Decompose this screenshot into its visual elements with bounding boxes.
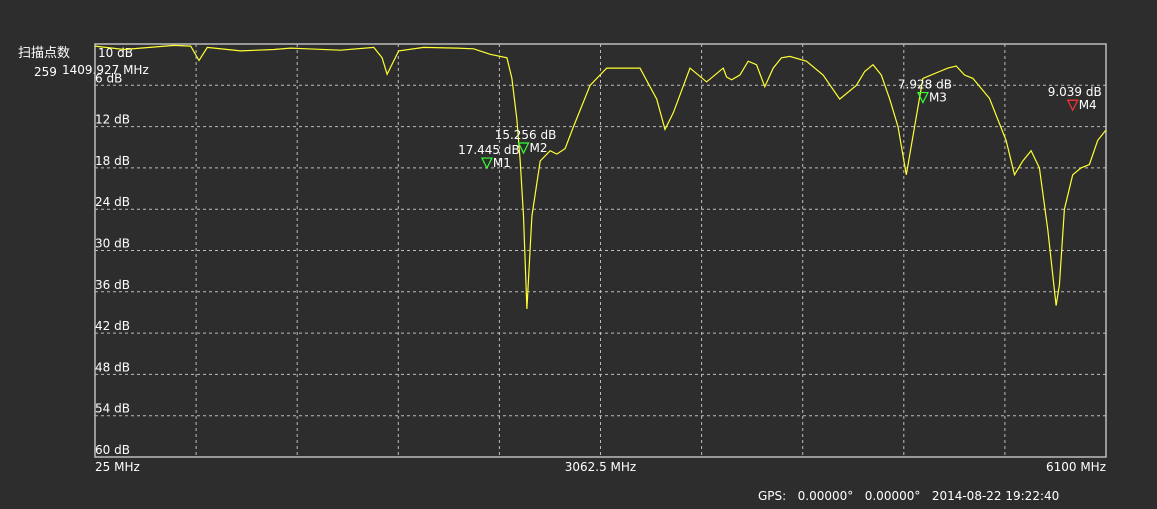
x-tick-label: 25 MHz	[95, 460, 140, 474]
y-tick-label: 18 dB	[95, 154, 130, 168]
status-bar: GPS: 0.00000° 0.00000° 2014-08-22 19:22:…	[758, 489, 1059, 503]
y-tick-label: 24 dB	[95, 195, 130, 209]
x-tick-label: 3062.5 MHz	[565, 460, 636, 474]
chart: 扫描点数 259 1409.927 MHz 10 dB 6 dB12 dB18 …	[18, 43, 1107, 474]
marker-name: M2	[530, 141, 548, 155]
scan-points-label: 扫描点数	[18, 46, 70, 61]
y-tick-label: 36 dB	[95, 278, 130, 292]
grid	[95, 44, 1106, 457]
marker-name: M1	[493, 156, 511, 170]
x-tick-label: 6100 MHz	[1046, 460, 1106, 474]
gps-label: GPS:	[758, 489, 787, 503]
timestamp: 2014-08-22 19:22:40	[931, 489, 1060, 503]
y-tick-label: 12 dB	[95, 113, 130, 127]
marker-value: 15.256 dB	[495, 128, 557, 142]
marker-name: M3	[929, 91, 947, 105]
marker-value: 9.039 dB	[1048, 85, 1102, 99]
scan-points-value: 259	[34, 65, 57, 79]
y-tick-label: 48 dB	[95, 360, 130, 374]
gps-lat: 0.00000°	[797, 489, 854, 503]
marker-m4-icon	[1066, 99, 1079, 112]
y-tick-label: 6 dB	[95, 71, 122, 85]
marker-value: 17.445 dB	[458, 143, 520, 157]
marker-m1-icon	[480, 157, 493, 170]
marker-value: 7.928 dB	[898, 78, 952, 92]
y-tick-labels: 6 dB 12 dB 18 dB 24 dB 30 dB 36 dB 42 dB 48 dB 5…	[95, 71, 130, 457]
gps-lon: 0.00000°	[864, 489, 921, 503]
x-tick-labels: 25 MHz 3062.5 MHz 6100 MHz	[95, 460, 1106, 474]
y-tick-label: 42 dB	[95, 319, 130, 333]
marker-name: M4	[1079, 98, 1097, 112]
y-tick-label: 54 dB	[95, 402, 130, 416]
y-tick-label: 60 dB	[95, 443, 130, 457]
y-tick-label: 30 dB	[95, 237, 130, 251]
